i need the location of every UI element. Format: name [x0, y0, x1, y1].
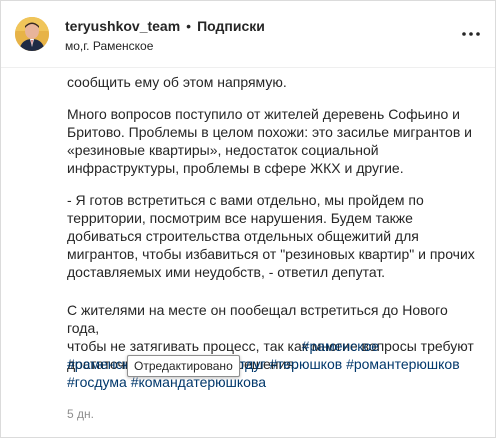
post-header: teryushkov_team • Подписки мо,г. Раменское — [1, 1, 495, 68]
avatar[interactable] — [15, 17, 49, 51]
hashtag-link[interactable]: #госдума — [67, 374, 127, 390]
caption-paragraph: - Я готов встретиться с вами отдельно, м… — [67, 192, 475, 280]
hashtag-link[interactable]: #романтерюшков — [346, 356, 460, 372]
profile-photo — [15, 17, 49, 51]
follow-status[interactable]: Подписки — [197, 18, 265, 34]
caption-paragraph: Много вопросов поступило от жителей дере… — [67, 106, 472, 176]
header-user-line: teryushkov_team • Подписки — [65, 17, 265, 35]
caption-paragraph: сообщить ему об этом напрямую. — [67, 74, 287, 90]
post-panel: teryushkov_team • Подписки мо,г. Раменское… — [0, 0, 496, 438]
more-dots-icon[interactable] — [459, 26, 483, 42]
edited-tooltip: Отредактировано — [127, 355, 240, 377]
caption-area: сообщить ему об этом напрямую. Много воп… — [67, 67, 481, 397]
hashtag-link[interactable]: #раменское — [302, 338, 379, 354]
location-link[interactable]: мо,г. Раменское — [65, 38, 153, 54]
username-link[interactable]: teryushkov_team — [65, 18, 180, 34]
hashtag-link[interactable]: #терюшков — [269, 356, 342, 372]
separator-dot: • — [186, 18, 192, 34]
post-timestamp[interactable]: 5 дн. — [67, 407, 94, 421]
